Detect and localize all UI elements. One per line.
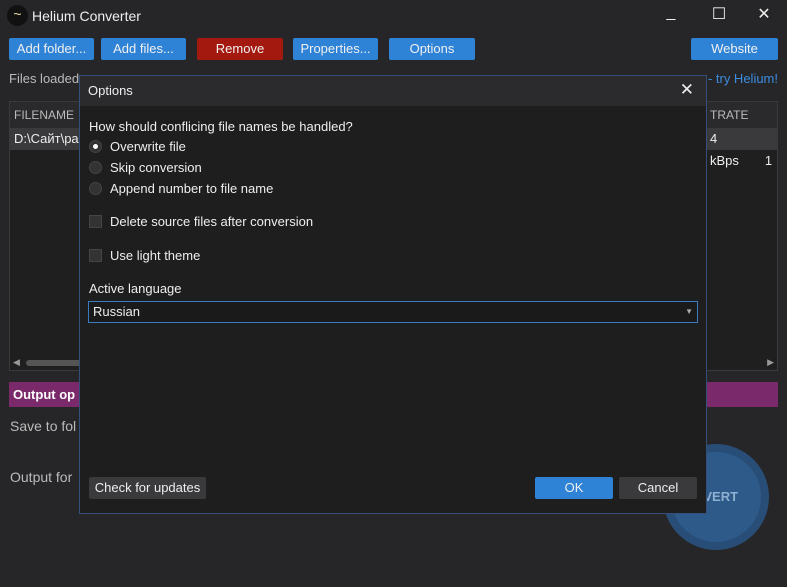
add-folder-button[interactable]: Add folder... — [9, 38, 94, 60]
light-theme-checkbox[interactable] — [89, 249, 102, 262]
remove-button[interactable]: Remove — [197, 38, 283, 60]
maximize-button[interactable]: ☐ — [704, 4, 734, 24]
website-button[interactable]: Website — [691, 38, 778, 60]
dialog-close-icon[interactable]: ✕ — [680, 80, 694, 100]
options-button[interactable]: Options — [389, 38, 475, 60]
save-to-folder-label: Save to fol — [10, 418, 77, 434]
check-updates-button[interactable]: Check for updates — [89, 477, 206, 499]
window-title: Helium Converter — [32, 8, 141, 24]
delete-source-checkbox[interactable] — [89, 215, 102, 228]
radio-append-label[interactable]: Append number to file name — [110, 181, 273, 196]
language-value: Russian — [93, 304, 140, 319]
output-format-label: Output for — [10, 469, 73, 485]
radio-overwrite[interactable] — [89, 140, 102, 153]
radio-skip-label[interactable]: Skip conversion — [110, 160, 202, 175]
chevron-down-icon: ▼ — [685, 307, 693, 316]
try-helium-link[interactable]: - try Helium! — [708, 71, 778, 86]
radio-skip[interactable] — [89, 161, 102, 174]
app-logo-icon: ~ — [7, 5, 28, 26]
add-files-button[interactable]: Add files... — [101, 38, 186, 60]
title-bar: ~ Helium Converter _ ☐ ✕ — [0, 0, 787, 32]
bitrate-value: 4 kBps — [710, 131, 739, 168]
files-loaded-label: Files loaded — [9, 71, 80, 86]
options-dialog: Options ✕ How should conflicing file nam… — [79, 75, 707, 514]
language-label: Active language — [89, 281, 182, 296]
ok-button[interactable]: OK — [535, 477, 613, 499]
row-filename: D:\Сайт\ра — [14, 131, 79, 146]
radio-overwrite-label[interactable]: Overwrite file — [110, 139, 186, 154]
column-bitrate[interactable]: TRATE — [710, 102, 748, 128]
dialog-title: Options — [80, 76, 706, 106]
delete-source-label[interactable]: Delete source files after conversion — [110, 214, 313, 229]
language-select[interactable]: Russian ▼ — [88, 301, 698, 323]
close-button[interactable]: ✕ — [749, 4, 779, 24]
light-theme-label[interactable]: Use light theme — [110, 248, 200, 263]
cancel-button[interactable]: Cancel — [619, 477, 697, 499]
properties-button[interactable]: Properties... — [293, 38, 378, 60]
conflict-question: How should conflicing file names be hand… — [89, 119, 353, 134]
row-extra-value: 1 — [764, 153, 773, 168]
row-bitrate: 4 kBps 1 — [710, 128, 777, 172]
minimize-button[interactable]: _ — [656, 4, 686, 22]
radio-append[interactable] — [89, 182, 102, 195]
